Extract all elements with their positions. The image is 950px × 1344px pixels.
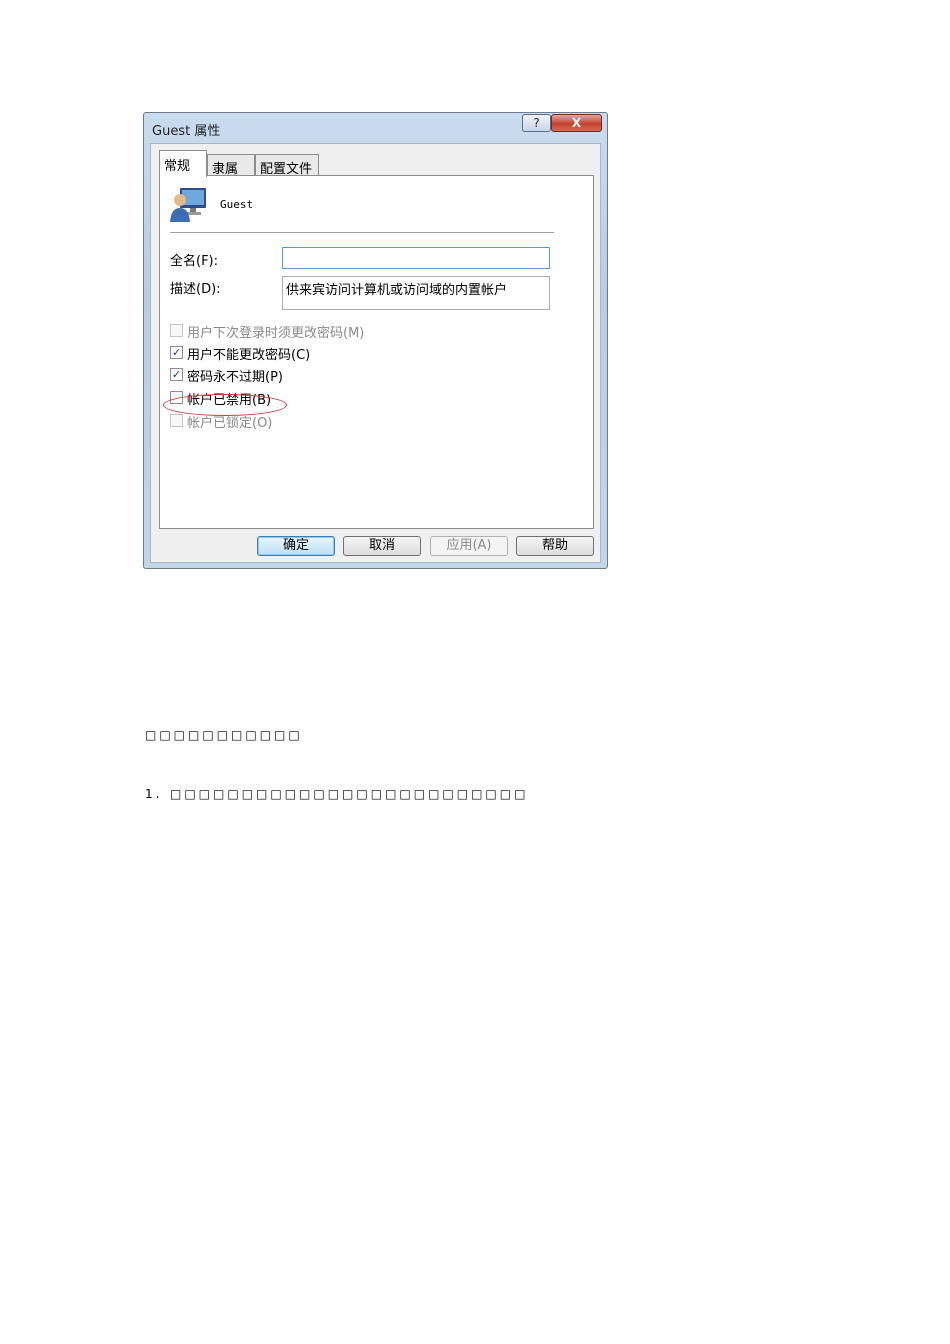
doc-line-2-number: 1. (145, 787, 163, 801)
cancel-button[interactable]: 取消 (343, 536, 421, 556)
checkbox-box[interactable]: ✓ (170, 368, 183, 381)
fullname-label: 全名(F): (170, 254, 219, 269)
title-help-button[interactable]: ? (522, 114, 551, 132)
checkbox-box[interactable] (170, 324, 183, 337)
fullname-input[interactable] (282, 247, 550, 269)
title-close-button[interactable]: X (551, 114, 602, 132)
doc-line-1: □□□□□□□□□□□ (145, 728, 303, 742)
checkbox-box[interactable]: ✓ (170, 346, 183, 359)
checkbox-label: 用户不能更改密码(C) (187, 348, 311, 363)
user-monitor-icon (170, 188, 206, 222)
dialog-title: Guest 属性 (152, 124, 221, 139)
general-tab-panel: Guest 全名(F): 描述(D): 供来宾访问计算机或访问域的内置帐户 用户… (159, 175, 594, 529)
checkbox-label: 用户下次登录时须更改密码(M) (187, 326, 365, 341)
tab-profile[interactable]: 配置文件 (255, 154, 319, 177)
user-name: Guest (220, 198, 254, 211)
tab-general[interactable]: 常规 (159, 150, 207, 177)
description-label: 描述(D): (170, 282, 221, 297)
header-separator (170, 232, 554, 233)
dialog-client-area: 常规 隶属于 配置文件 Guest 全名(F): 描述(D): 供来宾访问计算机… (150, 143, 601, 563)
ok-button[interactable]: 确定 (257, 536, 335, 556)
guest-properties-dialog: Guest 属性 ? X 常规 隶属于 配置文件 Guest 全名(F): 描述… (143, 112, 608, 569)
help-button[interactable]: 帮助 (516, 536, 594, 556)
checkbox-label: 密码永不过期(P) (187, 370, 283, 385)
tab-member-of[interactable]: 隶属于 (207, 154, 255, 196)
description-input[interactable]: 供来宾访问计算机或访问域的内置帐户 (282, 276, 550, 310)
apply-button[interactable]: 应用(A) (430, 536, 508, 556)
checkbox-box[interactable] (170, 414, 183, 427)
title-bar[interactable]: Guest 属性 ? X (144, 113, 607, 143)
highlight-oval (163, 394, 287, 416)
doc-line-2: □□□□□□□□□□□□□□□□□□□□□□□□□ (170, 787, 529, 801)
